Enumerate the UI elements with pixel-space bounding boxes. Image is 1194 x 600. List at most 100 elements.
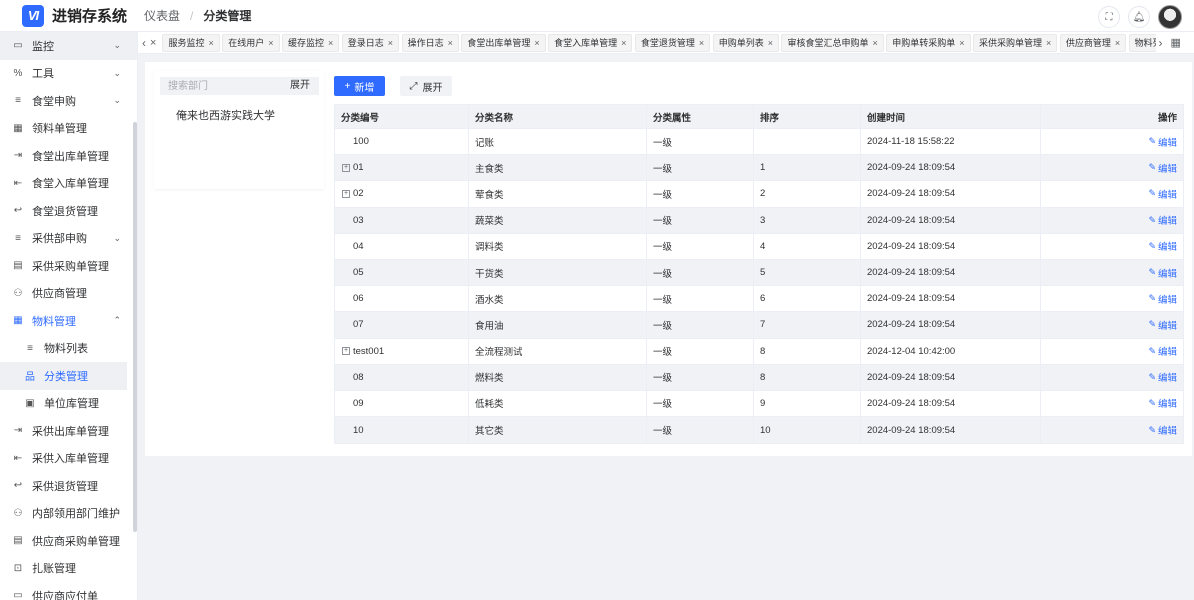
- edit-button[interactable]: ✎ 编辑: [1148, 344, 1177, 359]
- table-row[interactable]: 09 低耗类 一级 9 2024-09-24 18:09:54 ✎ 编辑: [335, 390, 1183, 418]
- edit-button[interactable]: ✎ 编辑: [1148, 370, 1177, 385]
- edit-button[interactable]: ✎ 编辑: [1148, 266, 1177, 280]
- tab[interactable]: 登录日志 ×: [341, 33, 400, 52]
- tab-close-icon[interactable]: ×: [268, 38, 273, 48]
- tab[interactable]: 操作日志 ×: [401, 33, 459, 52]
- tabs-scroll-left-icon[interactable]: ‹: [138, 36, 150, 50]
- bell-icon[interactable]: 🔔︎: [1128, 6, 1150, 28]
- app-logo[interactable]: VI 进销存系统: [0, 4, 138, 27]
- sidebar-item[interactable]: ⇤ 食堂入库单管理: [0, 170, 137, 198]
- tabs-menu-icon[interactable]: ▦: [1170, 36, 1180, 49]
- edit-button[interactable]: ✎ 编辑: [1148, 135, 1177, 149]
- tab[interactable]: 物料列表×: [1128, 33, 1157, 52]
- table-row[interactable]: 06 酒水类 一级 6 2024-09-24 18:09:54 ✎ 编辑: [335, 286, 1183, 313]
- sidebar-item[interactable]: ⇤ 采供入库单管理: [0, 445, 137, 473]
- edit-button[interactable]: ✎ 编辑: [1148, 318, 1177, 332]
- dept-expand-button[interactable]: 展开: [290, 77, 310, 95]
- edit-icon: ✎: [1148, 136, 1156, 147]
- sidebar-item[interactable]: ⚇ 供应商管理: [0, 280, 137, 308]
- tab[interactable]: 食堂入库单管理 ×: [548, 33, 633, 52]
- sidebar-item[interactable]: ⇥ 采供出库单管理: [0, 417, 137, 445]
- sidebar-item[interactable]: ▤ 供应商采购单管理: [0, 527, 137, 555]
- sidebar-item[interactable]: 品分类管理: [0, 362, 127, 390]
- category-sort: 7: [754, 312, 861, 338]
- tab-close-icon[interactable]: ×: [959, 38, 964, 48]
- tab-close-icon[interactable]: ×: [448, 38, 453, 48]
- add-button[interactable]: + 新增: [334, 76, 385, 96]
- edit-button[interactable]: ✎ 编辑: [1148, 161, 1177, 175]
- sidebar-item[interactable]: ↩ 采供退货管理: [0, 472, 137, 500]
- category-created: 2024-09-24 18:09:54: [861, 181, 1041, 207]
- sidebar-item[interactable]: ▣ 单位库管理: [0, 390, 137, 418]
- table-row[interactable]: + test001 全流程测试 一级 8 2024-12-04 10:42:00 ✎ 编辑: [335, 338, 1183, 365]
- cell-code: 100: [335, 129, 469, 155]
- expand-row-icon[interactable]: +: [342, 163, 350, 172]
- edit-button[interactable]: ✎ 编辑: [1148, 239, 1177, 254]
- sidebar-item[interactable]: ⊡ 扎账管理: [0, 555, 137, 583]
- edit-button[interactable]: ✎ 编辑: [1148, 423, 1177, 438]
- sidebar-item[interactable]: ▭ 监控 ⌄: [0, 32, 137, 60]
- tab[interactable]: 审核食堂汇总申购单 ×: [781, 33, 884, 52]
- tab[interactable]: 申购单列表 ×: [712, 33, 779, 52]
- tab-close-icon[interactable]: ×: [699, 38, 704, 48]
- tab[interactable]: 供应商管理 ×: [1059, 33, 1127, 52]
- tab[interactable]: 缓存监控 ×: [282, 33, 340, 52]
- tab[interactable]: 申购单转采购单 ×: [886, 33, 971, 52]
- table-row[interactable]: +02 荤食类 一级 2 2024-09-24 18:09:54 ✎ 编辑: [335, 181, 1183, 208]
- table-row[interactable]: +01 主食类 一级 1 2024-09-24 18:09:54 ✎ 编辑: [335, 155, 1183, 182]
- close-all-tabs-icon[interactable]: ×: [150, 37, 156, 49]
- tab-close-icon[interactable]: ×: [1115, 38, 1120, 48]
- tab-close-icon[interactable]: ×: [328, 38, 333, 48]
- sidebar-item[interactable]: % 工具 ⌄: [0, 60, 137, 88]
- tab-close-icon[interactable]: ×: [621, 38, 626, 48]
- tab[interactable]: 服务监控 ×: [162, 33, 220, 52]
- edit-button[interactable]: ✎ 编辑: [1148, 396, 1177, 411]
- fullscreen-icon[interactable]: ⛶: [1098, 6, 1120, 28]
- table-row[interactable]: 05 干货类 一级 5 2024-09-24 18:09:54 ✎ 编辑: [335, 259, 1183, 287]
- tab-close-icon[interactable]: ×: [1046, 38, 1051, 48]
- sidebar-item[interactable]: ↩ 食堂退货管理: [0, 197, 137, 225]
- table-row[interactable]: 10 其它类 一级 10 2024-09-24 18:09:54 ✎ 编辑: [335, 417, 1183, 444]
- sidebar-item[interactable]: ▭ 供应商应付单: [0, 582, 137, 600]
- sidebar-item[interactable]: ≡ 采供部申购 ⌄: [0, 225, 137, 253]
- tab-close-icon[interactable]: ×: [872, 38, 877, 48]
- dept-tree-node[interactable]: 俺来也西游实践大学: [176, 107, 275, 123]
- sidebar-item[interactable]: ▤ 采供采购单管理: [0, 252, 137, 280]
- category-created: 2024-09-24 18:09:54: [861, 155, 1041, 181]
- tabs-scroll-right-icon[interactable]: ›: [1158, 36, 1162, 50]
- expand-row-icon[interactable]: +: [342, 347, 350, 356]
- tab[interactable]: 食堂出库单管理 ×: [461, 33, 546, 52]
- edit-button[interactable]: ✎ 编辑: [1148, 213, 1177, 228]
- sidebar-item[interactable]: ≡ 物料列表: [0, 335, 137, 363]
- tab-close-icon[interactable]: ×: [534, 38, 539, 48]
- table-row[interactable]: 08 燃料类 一级 8 2024-09-24 18:09:54 ✎ 编辑: [335, 364, 1183, 391]
- expand-icon: ⤢: [409, 80, 418, 92]
- edit-label: 编辑: [1157, 163, 1177, 175]
- table-row[interactable]: 03 蔬菜类 一级 3 2024-09-24 18:09:54 ✎ 编辑: [335, 207, 1183, 234]
- breadcrumb-home[interactable]: 仪表盘: [144, 7, 180, 24]
- expand-row-icon[interactable]: +: [342, 189, 350, 198]
- tab-label: 食堂退货管理: [640, 38, 695, 48]
- expand-all-button[interactable]: ⤢ 展开: [400, 76, 452, 96]
- edit-button[interactable]: ✎ 编辑: [1148, 292, 1177, 306]
- avatar[interactable]: [1158, 5, 1182, 29]
- sidebar-item[interactable]: ⇥ 食堂出库单管理: [0, 142, 137, 170]
- edit-button[interactable]: ✎ 编辑: [1148, 187, 1177, 201]
- edit-icon: ✎: [1148, 240, 1156, 251]
- tab-close-icon[interactable]: ×: [208, 38, 213, 48]
- sidebar-item[interactable]: ≡ 食堂申购 ⌄: [0, 87, 137, 115]
- table-row[interactable]: 07 食用油 一级 7 2024-09-24 18:09:54 ✎ 编辑: [335, 312, 1183, 339]
- tab[interactable]: 在线用户 ×: [222, 33, 280, 52]
- edit-icon: ✎: [1148, 397, 1156, 408]
- table-row[interactable]: 100 记账 一级 2024-11-18 15:58:22 ✎ 编辑: [335, 129, 1183, 156]
- sidebar-item[interactable]: ⚇ 内部领用部门维护: [0, 500, 137, 528]
- table-row[interactable]: 04 调料类 一级 4 2024-09-24 18:09:54 ✎ 编辑: [335, 233, 1183, 260]
- tab-close-icon[interactable]: ×: [388, 38, 393, 48]
- tab[interactable]: 食堂退货管理 ×: [634, 33, 711, 52]
- tab-close-icon[interactable]: ×: [768, 38, 773, 48]
- sidebar-item[interactable]: ▦ 领料单管理: [0, 115, 137, 143]
- sidebar-scrollbar[interactable]: [133, 122, 137, 532]
- menu-item-icon: ▣: [25, 397, 35, 409]
- tab[interactable]: 采供采购单管理 ×: [973, 33, 1058, 52]
- sidebar-item[interactable]: ▦ 物料管理 ⌃: [0, 307, 137, 335]
